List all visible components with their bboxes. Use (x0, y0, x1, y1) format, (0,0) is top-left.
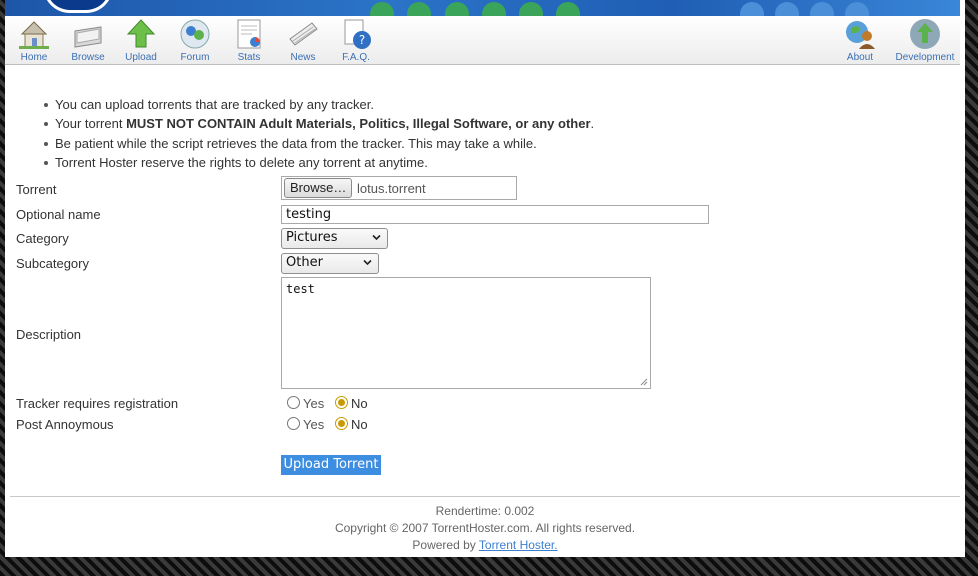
nav-stats[interactable]: Stats (223, 17, 275, 63)
footer-divider (10, 496, 960, 497)
subcategory-selected-value: Other (286, 255, 323, 270)
nav-faq[interactable]: ? F.A.Q. (330, 17, 382, 63)
banner-dot (407, 2, 431, 16)
nav-news[interactable]: News (277, 17, 329, 63)
rule-text: You can upload torrents that are tracked… (55, 97, 374, 112)
banner-dot (482, 2, 506, 16)
site-logo[interactable] (43, 0, 113, 13)
subcategory-label: Subcategory (16, 256, 89, 271)
site-banner (5, 0, 960, 16)
tracker-registration-label: Tracker requires registration (16, 396, 179, 411)
nav-label: Upload (125, 52, 157, 63)
rule-text: Be patient while the script retrieves th… (55, 135, 537, 151)
nav-browse[interactable]: Browse (62, 17, 114, 63)
banner-dot (775, 2, 799, 16)
yes-label: Yes (303, 396, 325, 411)
post-anonymous-label: Post Annoymous (16, 417, 114, 432)
category-selected-value: Pictures (286, 230, 338, 245)
optional-name-input[interactable]: testing (281, 205, 709, 224)
news-icon (289, 22, 318, 46)
rule-emphasis: MUST NOT CONTAIN Adult Materials, Politi… (126, 116, 591, 132)
nav-upload[interactable]: Upload (115, 17, 167, 63)
nav-label: News (290, 52, 316, 63)
category-select[interactable]: Pictures (281, 228, 388, 249)
powered-by-text: Powered by (412, 538, 479, 552)
list-item: Torrent Hoster reserve the rights to del… (43, 153, 594, 172)
no-label: No (351, 396, 368, 411)
chevron-down-icon (372, 234, 381, 241)
upload-rules-list: You can upload torrents that are tracked… (20, 95, 594, 173)
banner-dot (740, 2, 764, 16)
nav-label: Forum (180, 52, 210, 63)
list-item: Be patient while the script retrieves th… (43, 134, 594, 153)
nav-about[interactable]: About (834, 17, 886, 63)
browse-button[interactable]: Browse… (284, 178, 353, 198)
copyright-text: Copyright © 2007 TorrentHoster.com. All … (334, 521, 636, 535)
development-icon (910, 19, 940, 49)
subcategory-select[interactable]: Other (281, 253, 379, 274)
banner-dot (556, 2, 580, 16)
nav-home[interactable]: Home (8, 17, 60, 63)
home-icon (19, 21, 49, 49)
list-item: You can upload torrents that are tracked… (43, 95, 594, 114)
selected-file-name: lotus.torrent (357, 181, 426, 196)
browse-icon (74, 26, 102, 48)
nav-label: Development (895, 52, 955, 63)
chevron-down-icon (363, 259, 372, 266)
description-label: Description (16, 327, 82, 342)
nav-label: Browse (71, 52, 105, 63)
banner-dot (519, 2, 543, 16)
torrent-file-input[interactable]: Browse… lotus.torrent (281, 176, 517, 200)
nav-label: Stats (237, 52, 261, 63)
main-nav: Home Browse Upload Forum Stats News ? F.… (5, 16, 960, 65)
nav-development[interactable]: Development (888, 17, 962, 63)
no-label: No (351, 417, 368, 432)
stats-icon (237, 19, 261, 49)
torrent-hoster-link[interactable]: Torrent Hoster. (479, 538, 558, 552)
forum-icon (180, 19, 210, 49)
banner-dot (445, 2, 469, 16)
list-item: Your torrent MUST NOT CONTAIN Adult Mate… (43, 114, 595, 133)
post-anonymous-no-radio[interactable] (335, 417, 348, 430)
optional-name-label: Optional name (16, 207, 101, 222)
banner-dot (845, 2, 869, 16)
description-textarea[interactable]: test (281, 277, 651, 389)
powered-by: Powered by Torrent Hoster. (0, 538, 970, 552)
torrent-label: Torrent (16, 182, 57, 197)
description-text: test (286, 282, 315, 296)
tracker-registration-no-radio[interactable] (335, 396, 348, 409)
post-anonymous-yes-radio[interactable] (287, 417, 300, 430)
upload-icon (126, 19, 156, 48)
rule-text: Your torrent (55, 116, 127, 132)
rule-text: Torrent Hoster reserve the rights to del… (55, 155, 428, 171)
yes-label: Yes (303, 417, 325, 432)
about-icon (846, 21, 875, 49)
banner-dot (370, 2, 394, 16)
category-label: Category (16, 231, 69, 246)
resize-grip-icon[interactable] (639, 377, 648, 386)
nav-label: About (846, 52, 874, 63)
banner-dot (810, 2, 834, 16)
nav-forum[interactable]: Forum (169, 17, 221, 63)
nav-label: Home (20, 52, 48, 63)
rendertime-text: Rendertime: 0.002 (435, 504, 535, 518)
rule-text: . (590, 116, 595, 132)
upload-torrent-button[interactable]: Upload Torrent (281, 455, 381, 475)
faq-icon: ? (344, 19, 371, 49)
svg-text:?: ? (359, 33, 365, 47)
tracker-registration-yes-radio[interactable] (287, 396, 300, 409)
nav-label: F.A.Q. (342, 52, 370, 63)
